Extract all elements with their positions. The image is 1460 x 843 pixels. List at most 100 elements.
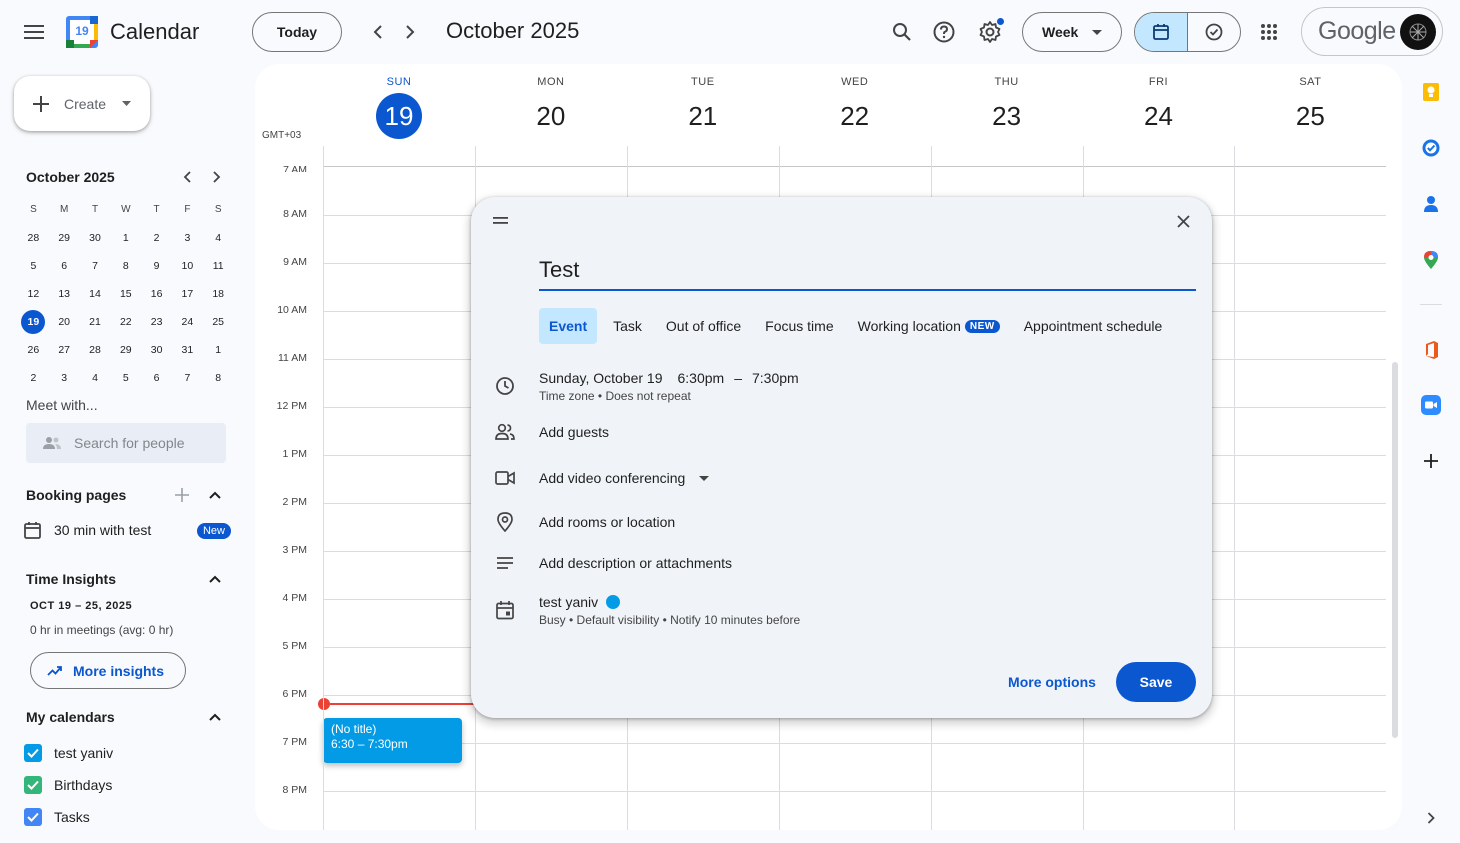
- event-datetime[interactable]: Sunday, October 19 6:30pm – 7:30pm: [539, 370, 799, 386]
- add-location-field[interactable]: Add rooms or location: [539, 514, 675, 530]
- mini-day[interactable]: 4: [203, 226, 234, 250]
- more-insights-button[interactable]: More insights: [30, 652, 186, 689]
- zoom-addon-icon[interactable]: [1421, 395, 1441, 415]
- settings-button[interactable]: [970, 12, 1010, 52]
- timezone-repeat-link[interactable]: Time zone • Does not repeat: [539, 389, 691, 403]
- calendar-details[interactable]: Busy • Default visibility • Notify 10 mi…: [539, 613, 800, 627]
- calendar-tasks-toggle[interactable]: [1134, 12, 1241, 52]
- mini-day[interactable]: 20: [49, 310, 80, 334]
- mini-day[interactable]: 2: [18, 366, 49, 390]
- event-title-input[interactable]: Test: [539, 257, 1196, 291]
- day-header-thu[interactable]: THU 23: [931, 64, 1083, 139]
- event-end-time[interactable]: 7:30pm: [752, 370, 799, 386]
- mini-day[interactable]: 24: [172, 310, 203, 334]
- people-search-input[interactable]: Search for people: [26, 423, 226, 463]
- mini-day[interactable]: 6: [49, 254, 80, 278]
- mini-day[interactable]: 6: [141, 366, 172, 390]
- mini-day[interactable]: 16: [141, 282, 172, 306]
- calendar-view-toggle[interactable]: [1135, 13, 1188, 51]
- collapse-booking-pages-button[interactable]: [203, 483, 227, 507]
- mini-day[interactable]: 27: [49, 338, 80, 362]
- day-number[interactable]: 19: [376, 93, 422, 139]
- main-menu-icon[interactable]: [14, 12, 54, 52]
- mini-day[interactable]: 8: [110, 254, 141, 278]
- day-header-wed[interactable]: WED 22: [779, 64, 931, 139]
- tab-appointment-schedule[interactable]: Appointment schedule: [1016, 308, 1171, 344]
- day-number[interactable]: 22: [832, 93, 878, 139]
- mini-prev-month-button[interactable]: [174, 164, 200, 190]
- mini-day[interactable]: 1: [110, 226, 141, 250]
- calendar-checkbox[interactable]: [24, 744, 42, 762]
- next-week-button[interactable]: [394, 16, 426, 48]
- mini-day[interactable]: 17: [172, 282, 203, 306]
- mini-day[interactable]: 7: [80, 254, 111, 278]
- calendar-checkbox[interactable]: [24, 776, 42, 794]
- drag-handle[interactable]: [493, 217, 508, 224]
- get-addons-icon[interactable]: [1421, 451, 1441, 471]
- day-header-fri[interactable]: FRI 24: [1083, 64, 1235, 139]
- mini-day[interactable]: 4: [80, 366, 111, 390]
- tab-working-location[interactable]: Working location NEW: [850, 308, 1008, 344]
- mini-day[interactable]: 8: [203, 366, 234, 390]
- mini-day[interactable]: 26: [18, 338, 49, 362]
- mini-day[interactable]: 10: [172, 254, 203, 278]
- day-header-sun[interactable]: SUN 19: [323, 64, 475, 139]
- event-start-time[interactable]: 6:30pm: [677, 370, 724, 386]
- day-number[interactable]: 24: [1136, 93, 1182, 139]
- day-number[interactable]: 21: [680, 93, 726, 139]
- day-number[interactable]: 20: [528, 93, 574, 139]
- day-header-sat[interactable]: SAT 25: [1234, 64, 1386, 139]
- mini-day[interactable]: 18: [203, 282, 234, 306]
- office-addon-icon[interactable]: [1421, 340, 1441, 360]
- mini-day[interactable]: 25: [203, 310, 234, 334]
- collapse-my-calendars-button[interactable]: [203, 705, 227, 729]
- my-calendars-heading[interactable]: My calendars: [26, 709, 115, 725]
- grid-scrollbar[interactable]: [1392, 362, 1398, 738]
- mini-next-month-button[interactable]: [204, 164, 230, 190]
- tasks-view-toggle[interactable]: [1188, 13, 1241, 51]
- more-options-button[interactable]: More options: [1001, 662, 1103, 702]
- view-selector[interactable]: Week: [1022, 12, 1122, 52]
- mini-day[interactable]: 31: [172, 338, 203, 362]
- mini-day[interactable]: 28: [80, 338, 111, 362]
- mini-day[interactable]: 21: [80, 310, 111, 334]
- calendar-item-test-yaniv[interactable]: test yaniv: [24, 744, 113, 762]
- day-number[interactable]: 23: [984, 93, 1030, 139]
- day-header-tue[interactable]: TUE 21: [627, 64, 779, 139]
- mini-day[interactable]: 29: [110, 338, 141, 362]
- mini-day[interactable]: 23: [141, 310, 172, 334]
- add-description-field[interactable]: Add description or attachments: [539, 555, 732, 571]
- calendar-item-tasks[interactable]: Tasks: [24, 808, 90, 826]
- day-number[interactable]: 25: [1287, 93, 1333, 139]
- mini-day[interactable]: 29: [49, 226, 80, 250]
- mini-day[interactable]: 9: [141, 254, 172, 278]
- previous-week-button[interactable]: [362, 16, 394, 48]
- booking-page-item[interactable]: 30 min with test: [24, 521, 151, 539]
- mini-day[interactable]: 12: [18, 282, 49, 306]
- mini-day[interactable]: 30: [141, 338, 172, 362]
- mini-day[interactable]: 5: [18, 254, 49, 278]
- expand-side-panel-icon[interactable]: [1421, 808, 1441, 828]
- search-button[interactable]: [882, 12, 922, 52]
- mini-day[interactable]: 14: [80, 282, 111, 306]
- calendar-checkbox[interactable]: [24, 808, 42, 826]
- keep-icon[interactable]: [1421, 82, 1441, 102]
- day-header-mon[interactable]: MON 20: [475, 64, 627, 139]
- avatar[interactable]: [1400, 14, 1436, 50]
- google-apps-button[interactable]: [1249, 12, 1289, 52]
- add-guests-field[interactable]: Add guests: [539, 424, 609, 440]
- mini-day[interactable]: 30: [80, 226, 111, 250]
- tab-out-of-office[interactable]: Out of office: [658, 308, 749, 344]
- draft-event[interactable]: (No title) 6:30 – 7:30pm: [323, 718, 462, 763]
- calendar-item-birthdays[interactable]: Birthdays: [24, 776, 112, 794]
- calendar-logo[interactable]: 19: [66, 16, 98, 48]
- create-button[interactable]: Create: [14, 76, 150, 131]
- mini-day[interactable]: 19: [18, 310, 49, 334]
- today-button[interactable]: Today: [252, 12, 342, 52]
- mini-day[interactable]: 15: [110, 282, 141, 306]
- tasks-icon[interactable]: [1421, 138, 1441, 158]
- mini-day[interactable]: 5: [110, 366, 141, 390]
- mini-day[interactable]: 3: [172, 226, 203, 250]
- mini-day[interactable]: 2: [141, 226, 172, 250]
- collapse-time-insights-button[interactable]: [203, 567, 227, 591]
